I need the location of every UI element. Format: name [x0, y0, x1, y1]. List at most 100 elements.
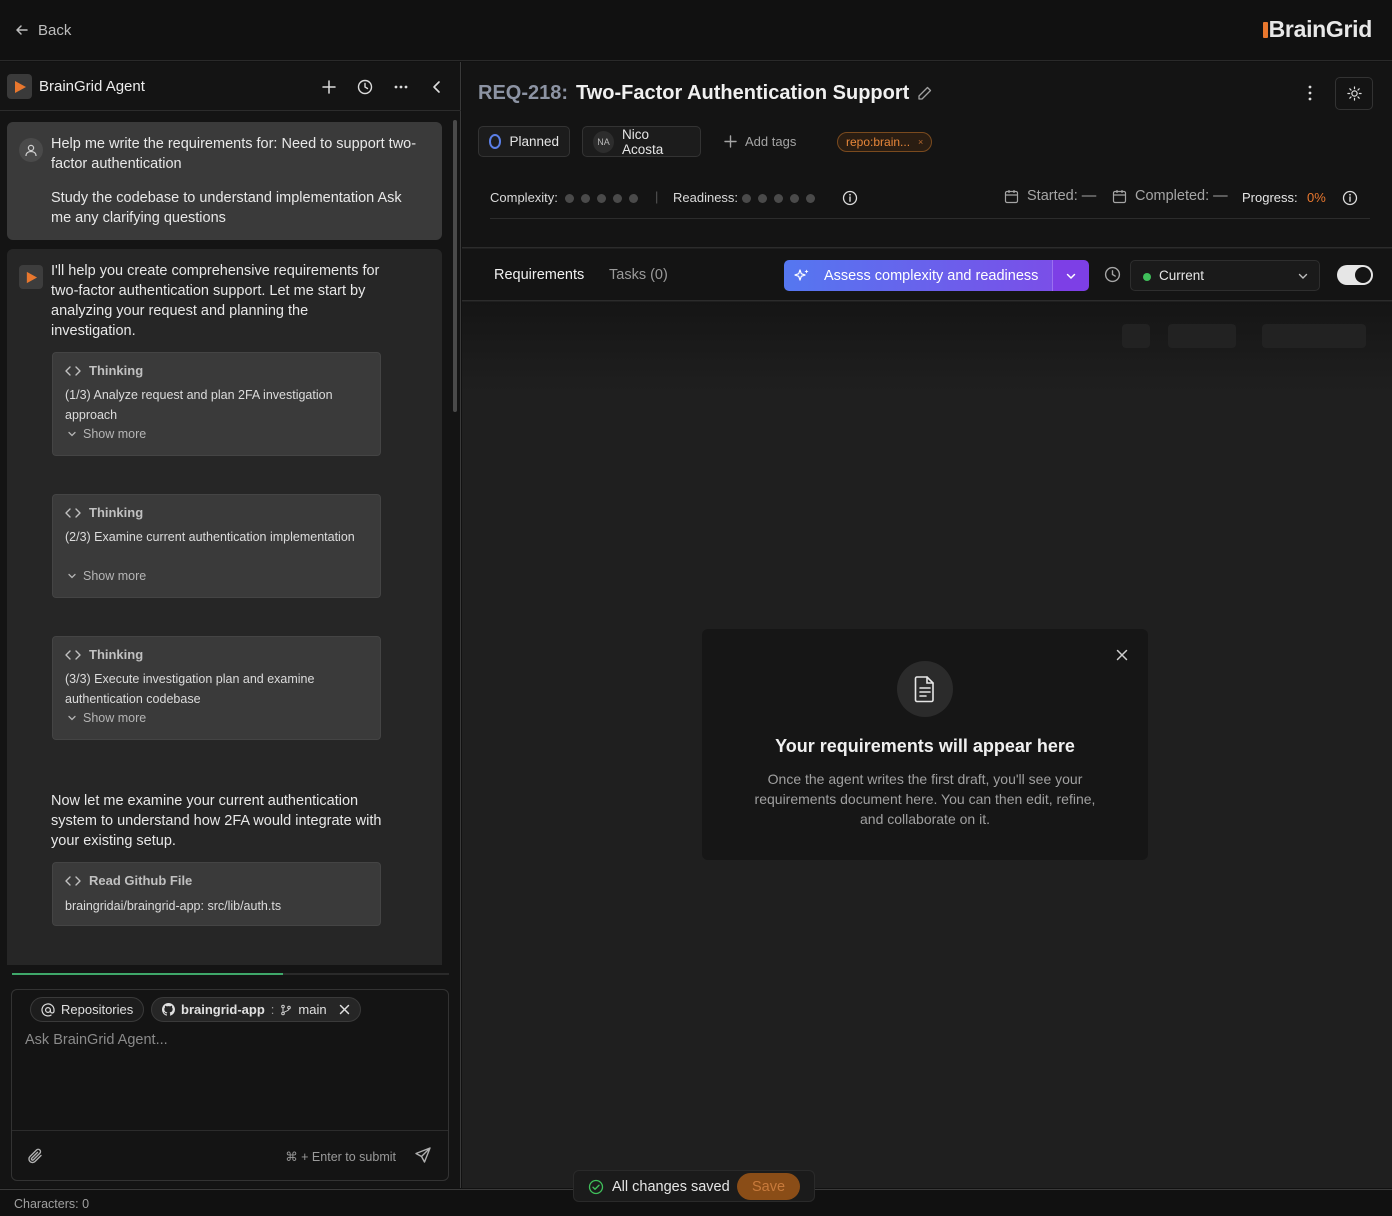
- chat-history[interactable]: Help me write the requirements for: Need…: [0, 112, 449, 965]
- send-icon[interactable]: [414, 1146, 432, 1164]
- sun-icon: [1346, 86, 1362, 101]
- braingrid-logo[interactable]: BrainGrid: [1262, 16, 1373, 43]
- assess-button[interactable]: Assess complexity and readiness: [784, 260, 1052, 291]
- thinking-header: Thinking: [65, 363, 143, 378]
- top-bar: Back BrainGrid: [0, 0, 1392, 61]
- version-label: Current: [1159, 268, 1205, 283]
- save-button[interactable]: Save: [737, 1173, 800, 1200]
- progress-value: 0%: [1307, 190, 1326, 205]
- paperclip-icon[interactable]: [26, 1147, 44, 1165]
- logo-text: BrainGrid: [1268, 16, 1373, 42]
- metrics-row: Complexity: | Readiness: Started: — Comp…: [490, 186, 1370, 210]
- sparkles-icon: [794, 268, 810, 284]
- close-icon[interactable]: [339, 1004, 350, 1015]
- thinking-body: (2/3) Examine current authentication imp…: [65, 530, 355, 544]
- close-icon[interactable]: [1116, 649, 1128, 661]
- completed-date[interactable]: Completed: —: [1112, 188, 1228, 204]
- chat-scrollbar-thumb[interactable]: [453, 120, 457, 412]
- info-icon[interactable]: [1342, 190, 1358, 206]
- chevron-down-icon: [67, 571, 77, 581]
- collapse-panel-icon[interactable]: [426, 76, 448, 98]
- code-icon: [65, 875, 81, 887]
- requirement-title[interactable]: Two-Factor Authentication Support: [576, 82, 909, 105]
- assess-label: Assess complexity and readiness: [824, 267, 1039, 284]
- chevron-down-icon: [1065, 270, 1077, 282]
- agent-message: I'll help you create comprehensive requi…: [7, 249, 442, 965]
- tab-requirements[interactable]: Requirements: [494, 267, 584, 283]
- back-button[interactable]: Back: [14, 19, 71, 41]
- agent-prompt-input[interactable]: Ask BrainGrid Agent...: [25, 1032, 168, 1048]
- ghost-toolbar-item: [1262, 324, 1366, 348]
- completed-label: Completed: —: [1135, 188, 1228, 204]
- more-vertical-icon[interactable]: [1302, 84, 1318, 102]
- user-message-line1: Help me write the requirements for: Need…: [51, 136, 417, 172]
- read-file-title: Read Github File: [89, 873, 193, 888]
- remove-tag-icon[interactable]: ×: [918, 137, 923, 147]
- thinking-title: Thinking: [89, 505, 144, 520]
- plus-icon[interactable]: [318, 76, 340, 98]
- assignee-dropdown[interactable]: NA Nico Acosta: [582, 126, 701, 157]
- agent-progress-bar: [12, 973, 449, 975]
- agent-progress-fill: [12, 973, 283, 975]
- repo-branch-chip[interactable]: braingrid-app : main: [151, 997, 361, 1022]
- show-more-button[interactable]: Show more: [67, 711, 146, 725]
- github-icon: [162, 1003, 175, 1016]
- submit-hint: ⌘ + Enter to submit: [285, 1150, 396, 1164]
- repositories-chip[interactable]: Repositories: [30, 997, 145, 1022]
- started-date[interactable]: Started: —: [1004, 188, 1096, 204]
- assess-split-button: Assess complexity and readiness: [784, 260, 1089, 291]
- show-more-button[interactable]: Show more: [67, 569, 146, 583]
- assess-dropdown-button[interactable]: [1052, 260, 1089, 291]
- repo-tag-label: repo:brain...: [846, 135, 911, 149]
- repo-name: braingrid-app: [181, 1002, 265, 1017]
- metrics-divider: [490, 218, 1370, 219]
- code-icon: [65, 649, 81, 661]
- logo-mark: [1262, 21, 1268, 38]
- ghost-toolbar-item: [1168, 324, 1236, 348]
- arrow-left-icon: [14, 22, 30, 38]
- status-dropdown[interactable]: Planned: [478, 126, 570, 157]
- read-file-header: Read Github File: [65, 873, 192, 888]
- user-message: Help me write the requirements for: Need…: [7, 122, 442, 240]
- repo-separator: :: [270, 1002, 275, 1017]
- agent-input-box: Repositories braingrid-app : main Ask Br…: [11, 989, 449, 1181]
- code-icon: [65, 365, 81, 377]
- character-count: Characters: 0: [14, 1197, 90, 1211]
- info-icon[interactable]: [842, 190, 858, 206]
- tabs-bar: Requirements Tasks (0) Assess complexity…: [462, 249, 1392, 301]
- empty-state-card: Your requirements will appear here Once …: [702, 629, 1148, 860]
- complexity-label: Complexity:: [490, 190, 558, 205]
- thinking-body: (3/3) Execute investigation plan and exa…: [65, 672, 315, 706]
- readiness-label: Readiness:: [673, 190, 739, 205]
- more-horizontal-icon[interactable]: [390, 76, 412, 98]
- git-branch-icon: [280, 1004, 292, 1016]
- agent-reply-intro: I'll help you create comprehensive requi…: [51, 263, 380, 339]
- chevron-down-icon: [67, 429, 77, 439]
- read-file-path: braingridai/braingrid-app: src/lib/auth.…: [65, 899, 282, 913]
- ghost-toolbar-item: [1122, 324, 1150, 348]
- requirement-panel: REQ-218: Two-Factor Authentication Suppo…: [462, 62, 1392, 1188]
- at-sign-icon: [41, 1002, 55, 1017]
- assignee-name: Nico Acosta: [621, 126, 664, 157]
- assignee-avatar: NA: [593, 130, 614, 153]
- agent-header: BrainGrid Agent: [0, 62, 461, 111]
- calendar-icon: [1004, 189, 1019, 204]
- theme-toggle-button[interactable]: [1335, 77, 1373, 110]
- version-history-icon[interactable]: [1104, 266, 1121, 283]
- user-avatar-icon: [19, 138, 43, 162]
- pencil-icon[interactable]: [916, 85, 933, 102]
- chevron-down-icon: [1297, 270, 1309, 282]
- tab-tasks[interactable]: Tasks (0): [609, 267, 668, 283]
- show-more-label: Show more: [83, 569, 147, 583]
- complexity-rating: [565, 194, 638, 203]
- show-more-button[interactable]: Show more: [67, 427, 146, 441]
- branch-name: main: [298, 1002, 327, 1017]
- view-toggle[interactable]: [1337, 265, 1373, 285]
- add-tags-button[interactable]: Add tags: [724, 134, 796, 149]
- version-select[interactable]: Current: [1130, 260, 1320, 291]
- repo-tag[interactable]: repo:brain... ×: [837, 132, 933, 152]
- show-more-label: Show more: [83, 427, 147, 441]
- history-icon[interactable]: [354, 76, 376, 98]
- agent-logo-icon: [7, 74, 32, 99]
- agent-reply-followup: Now let me examine your current authenti…: [51, 793, 382, 849]
